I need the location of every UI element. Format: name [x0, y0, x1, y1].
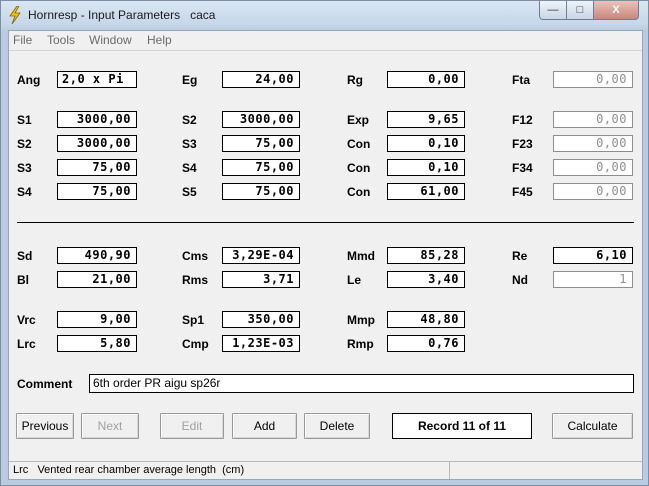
- f45-field: 0,00: [553, 183, 633, 200]
- s3-label: S3: [17, 161, 32, 175]
- calculate-button[interactable]: Calculate: [552, 413, 633, 439]
- vrc-field[interactable]: 9,00: [57, 311, 137, 328]
- ang-label: Ang: [17, 73, 41, 87]
- mmp-label: Mmp: [347, 313, 375, 327]
- previous-button[interactable]: Previous: [16, 413, 74, 439]
- rms-field[interactable]: 3,71: [222, 271, 300, 288]
- exp-label: Exp: [347, 113, 370, 127]
- con-field[interactable]: 61,00: [387, 183, 465, 200]
- lrc-field[interactable]: 5,80: [57, 335, 137, 352]
- sp1-field[interactable]: 350,00: [222, 311, 300, 328]
- eg-field[interactable]: 24,00: [222, 71, 300, 88]
- menu-window[interactable]: Window: [89, 33, 132, 47]
- f23-label: F23: [512, 137, 533, 151]
- f34-label: F34: [512, 161, 533, 175]
- s3-field[interactable]: 75,00: [57, 159, 137, 176]
- con-field[interactable]: 0,10: [387, 135, 465, 152]
- f23-field: 0,00: [553, 135, 633, 152]
- window-title: Hornresp - Input Parameters caca: [28, 8, 216, 22]
- eg-label: Eg: [182, 73, 198, 87]
- rmp-label: Rmp: [347, 337, 374, 351]
- s4-field[interactable]: 75,00: [222, 159, 300, 176]
- con-label: Con: [347, 161, 371, 175]
- s2-field[interactable]: 3000,00: [57, 135, 137, 152]
- cms-label: Cms: [182, 249, 209, 263]
- s3-label: S3: [182, 137, 197, 151]
- s2-field[interactable]: 3000,00: [222, 111, 300, 128]
- title-bar[interactable]: Hornresp - Input Parameters caca — □ X: [0, 0, 649, 30]
- re-label: Re: [512, 249, 528, 263]
- nd-label: Nd: [512, 273, 528, 287]
- ang-field[interactable]: 2,0 x Pi: [57, 71, 137, 88]
- comment-field[interactable]: 6th order PR aigu sp26r: [89, 374, 634, 393]
- add-button[interactable]: Add: [232, 413, 297, 439]
- con-field[interactable]: 0,10: [387, 159, 465, 176]
- s5-label: S5: [182, 185, 197, 199]
- status-text: Lrc Vented rear chamber average length (…: [13, 464, 245, 476]
- sd-field[interactable]: 490,90: [57, 247, 137, 264]
- s4-label: S4: [182, 161, 197, 175]
- nd-field: 1: [553, 271, 633, 288]
- s5-field[interactable]: 75,00: [222, 183, 300, 200]
- rmp-field[interactable]: 0,76: [387, 335, 465, 352]
- s1-label: S1: [17, 113, 32, 127]
- vrc-label: Vrc: [17, 313, 36, 327]
- menu-help[interactable]: Help: [147, 33, 172, 47]
- bl-field[interactable]: 21,00: [57, 271, 137, 288]
- sd-label: Sd: [17, 249, 33, 263]
- sp1-label: Sp1: [182, 313, 205, 327]
- cmp-label: Cmp: [182, 337, 209, 351]
- input-parameters-panel: File Tools Window Help Ang 2,0 x Pi Eg 2…: [8, 30, 643, 480]
- cmp-field[interactable]: 1,23E-03: [222, 335, 300, 352]
- comment-label: Comment: [17, 377, 73, 391]
- minimize-button[interactable]: —: [539, 1, 567, 20]
- f12-field: 0,00: [553, 111, 633, 128]
- mmp-field[interactable]: 48,80: [387, 311, 465, 328]
- lightning-icon: [9, 6, 21, 24]
- fta-label: Fta: [512, 73, 530, 87]
- s1-field[interactable]: 3000,00: [57, 111, 137, 128]
- mmd-label: Mmd: [347, 249, 375, 263]
- status-bar: Lrc Vented rear chamber average length (…: [9, 461, 642, 479]
- record-indicator: Record 11 of 11: [392, 413, 532, 439]
- con-label: Con: [347, 137, 371, 151]
- lrc-label: Lrc: [17, 337, 36, 351]
- re-field[interactable]: 6,10: [553, 247, 633, 264]
- f34-field: 0,00: [553, 159, 633, 176]
- s4-label: S4: [17, 185, 32, 199]
- con-label: Con: [347, 185, 371, 199]
- delete-button[interactable]: Delete: [304, 413, 370, 439]
- menu-file[interactable]: File: [13, 33, 32, 47]
- s4-field[interactable]: 75,00: [57, 183, 137, 200]
- cms-field[interactable]: 3,29E-04: [222, 247, 300, 264]
- close-button[interactable]: X: [593, 1, 639, 20]
- mmd-field[interactable]: 85,28: [387, 247, 465, 264]
- section-divider: [17, 222, 634, 223]
- rms-label: Rms: [182, 273, 209, 287]
- s2-label: S2: [182, 113, 197, 127]
- le-label: Le: [347, 273, 362, 287]
- exp-field[interactable]: 9,65: [387, 111, 465, 128]
- rg-field[interactable]: 0,00: [387, 71, 465, 88]
- menu-tools[interactable]: Tools: [47, 33, 75, 47]
- s2-label: S2: [17, 137, 32, 151]
- edit-button[interactable]: Edit: [160, 413, 224, 439]
- s3-field[interactable]: 75,00: [222, 135, 300, 152]
- f45-label: F45: [512, 185, 533, 199]
- next-button[interactable]: Next: [81, 413, 139, 439]
- menu-bar: File Tools Window Help: [9, 31, 642, 51]
- maximize-button[interactable]: □: [566, 1, 594, 20]
- le-field[interactable]: 3,40: [387, 271, 465, 288]
- f12-label: F12: [512, 113, 533, 127]
- fta-field: 0,00: [553, 71, 633, 88]
- rg-label: Rg: [347, 73, 363, 87]
- bl-label: Bl: [17, 273, 29, 287]
